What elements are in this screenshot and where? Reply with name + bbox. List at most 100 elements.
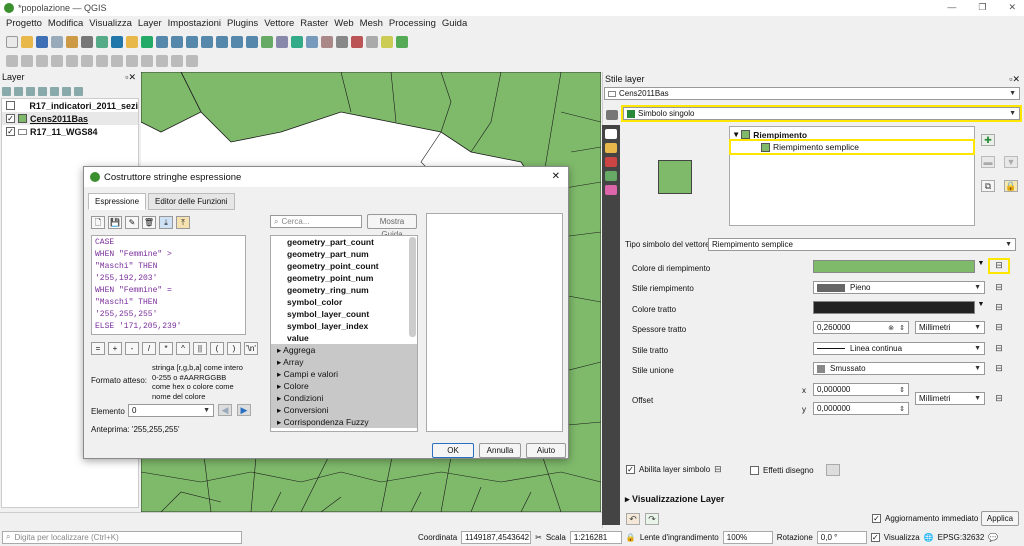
function-item[interactable]: value bbox=[271, 332, 417, 344]
function-item[interactable]: geometry_part_count bbox=[271, 236, 417, 248]
delete-icon[interactable] bbox=[81, 54, 93, 67]
element-combo[interactable]: 0 ▼ bbox=[128, 404, 214, 417]
tab-function-editor[interactable]: Editor delle Funzioni bbox=[148, 193, 235, 210]
remove-layer-icon[interactable] bbox=[74, 86, 83, 96]
print-layout-icon[interactable] bbox=[66, 36, 78, 48]
previous-feature-button[interactable]: ◀ bbox=[218, 404, 232, 416]
menu-web[interactable]: Web bbox=[334, 18, 353, 29]
style-manager-icon[interactable] bbox=[96, 36, 108, 48]
attribute-table-icon[interactable] bbox=[321, 36, 333, 48]
layer-checkbox[interactable] bbox=[6, 101, 15, 110]
collapse-all-icon[interactable] bbox=[62, 86, 71, 96]
data-defined-override-icon[interactable]: ⊟ bbox=[714, 464, 722, 475]
op-close-paren-button[interactable]: ) bbox=[227, 342, 241, 355]
offset-y-input[interactable]: 0,000000 ⇕ bbox=[813, 402, 909, 415]
stroke-width-input[interactable]: 0,260000 ⊗ ⇕ bbox=[813, 321, 909, 334]
menu-progetto[interactable]: Progetto bbox=[6, 18, 42, 29]
op-plus-button[interactable]: + bbox=[108, 342, 122, 355]
layer-item[interactable]: ✓ Cens2011Bas bbox=[2, 112, 138, 125]
menu-modifica[interactable]: Modifica bbox=[48, 18, 83, 29]
scale-combo[interactable]: 1:216281 bbox=[569, 530, 622, 544]
layout-manager-icon[interactable] bbox=[81, 36, 93, 48]
label-icon[interactable] bbox=[171, 54, 183, 67]
close-icon[interactable]: ✕ bbox=[552, 171, 560, 182]
clear-icon[interactable]: ⊗ bbox=[888, 324, 894, 332]
close-button[interactable]: ✕ bbox=[1008, 2, 1016, 13]
save-project-icon[interactable] bbox=[36, 36, 48, 48]
advanced-digitize-icon[interactable] bbox=[186, 54, 198, 67]
plugins-icon[interactable] bbox=[126, 36, 138, 48]
symbol-layer-type-combo[interactable]: Riempimento semplice ▼ bbox=[708, 238, 1016, 251]
menu-vettore[interactable]: Vettore bbox=[264, 18, 294, 29]
cancel-button[interactable]: Annulla bbox=[479, 443, 521, 458]
python-icon[interactable] bbox=[111, 36, 123, 48]
copy-icon[interactable] bbox=[111, 54, 123, 67]
data-defined-override-icon[interactable]: ⊟ bbox=[990, 302, 1008, 314]
function-item[interactable]: geometry_ring_num bbox=[271, 284, 417, 296]
data-defined-override-icon[interactable]: ⊟ bbox=[988, 258, 1010, 274]
save-edits-icon[interactable] bbox=[36, 54, 48, 67]
menu-guida[interactable]: Guida bbox=[442, 18, 467, 29]
lock-icon[interactable]: 🔒 bbox=[1004, 180, 1018, 192]
function-group[interactable]: ▸ Campi e valori bbox=[271, 368, 417, 380]
menu-raster[interactable]: Raster bbox=[300, 18, 328, 29]
measure-icon[interactable] bbox=[366, 36, 378, 48]
spinner-icon[interactable]: ⇕ bbox=[899, 386, 905, 394]
function-group[interactable]: ▸ Colore bbox=[271, 380, 417, 392]
function-list-scrollbar[interactable] bbox=[409, 237, 416, 337]
new-file-icon[interactable]: 🗋 bbox=[91, 216, 105, 229]
function-group[interactable]: ▸ Condizioni bbox=[271, 392, 417, 404]
add-feature-icon[interactable] bbox=[51, 54, 63, 67]
data-defined-override-icon[interactable]: ⊟ bbox=[990, 282, 1008, 294]
diagrams-icon[interactable] bbox=[605, 171, 617, 181]
menu-plugins[interactable]: Plugins bbox=[227, 18, 258, 29]
gear-icon[interactable] bbox=[336, 36, 348, 48]
offset-x-input[interactable]: 0,000000 ⇕ bbox=[813, 383, 909, 396]
stroke-unit-combo[interactable]: Millimetri ▼ bbox=[915, 321, 985, 334]
open-project-icon[interactable] bbox=[21, 36, 33, 48]
panel-close-icon[interactable]: ▫✕ bbox=[1009, 74, 1020, 86]
paste-icon[interactable] bbox=[126, 54, 138, 67]
select-icon[interactable] bbox=[381, 36, 393, 48]
redo-icon[interactable] bbox=[156, 54, 168, 67]
menu-impostazioni[interactable]: Impostazioni bbox=[168, 18, 221, 29]
symbology-brush-icon[interactable] bbox=[606, 110, 618, 120]
extents-icon[interactable]: ✂ bbox=[535, 533, 542, 542]
edit-icon[interactable] bbox=[6, 54, 18, 67]
delete-icon[interactable]: 🗑 bbox=[142, 216, 156, 229]
masks-icon[interactable] bbox=[605, 143, 617, 153]
menu-processing[interactable]: Processing bbox=[389, 18, 436, 29]
menu-visualizza[interactable]: Visualizza bbox=[89, 18, 132, 29]
redo-icon[interactable]: ↷ bbox=[645, 513, 659, 525]
remove-symbol-layer-button[interactable]: ▬ bbox=[981, 156, 995, 168]
map-horizontal-scrollbar[interactable] bbox=[0, 512, 602, 526]
plugin-icon[interactable] bbox=[396, 36, 408, 48]
new-map-view-icon[interactable] bbox=[261, 36, 273, 48]
data-defined-override-icon[interactable]: ⊟ bbox=[990, 363, 1008, 375]
enable-symbol-layer[interactable]: ✓ Abilita layer simbolo ⊟ bbox=[626, 464, 722, 475]
offset-unit-combo[interactable]: Millimetri ▼ bbox=[915, 392, 985, 405]
zoom-full-icon[interactable] bbox=[186, 36, 198, 48]
function-item[interactable]: geometry_point_num bbox=[271, 272, 417, 284]
zoom-out-icon[interactable] bbox=[171, 36, 183, 48]
globe-icon[interactable]: 🌐 bbox=[924, 533, 934, 542]
identify-icon[interactable] bbox=[306, 36, 318, 48]
show-help-button[interactable]: Mostra Guida bbox=[367, 214, 417, 239]
symbol-tree-parent[interactable]: ▾ Riempimento bbox=[734, 129, 807, 140]
bookmark-icon[interactable] bbox=[276, 36, 288, 48]
zoom-next-icon[interactable] bbox=[246, 36, 258, 48]
zoom-in-icon[interactable] bbox=[156, 36, 168, 48]
locator-input[interactable]: ⌕ Digita per localizzare (Ctrl+K) bbox=[2, 530, 242, 544]
vertex-tool-icon[interactable] bbox=[66, 54, 78, 67]
expression-editor[interactable]: CASE WHEN "Femmine" > "Maschi" THEN '255… bbox=[91, 235, 246, 335]
cut-icon[interactable] bbox=[96, 54, 108, 67]
help-button[interactable]: Aiuto bbox=[526, 443, 566, 458]
sum-icon[interactable] bbox=[351, 36, 363, 48]
edit-icon[interactable]: ✎ bbox=[125, 216, 139, 229]
chevron-down-icon[interactable]: ▼ bbox=[976, 301, 986, 314]
function-item[interactable]: symbol_layer_count bbox=[271, 308, 417, 320]
stroke-style-combo[interactable]: Linea continua ▼ bbox=[813, 342, 985, 355]
spinner-icon[interactable]: ⇕ bbox=[899, 324, 905, 332]
crs-label[interactable]: EPSG:32632 bbox=[938, 533, 985, 542]
op-open-paren-button[interactable]: ( bbox=[210, 342, 224, 355]
